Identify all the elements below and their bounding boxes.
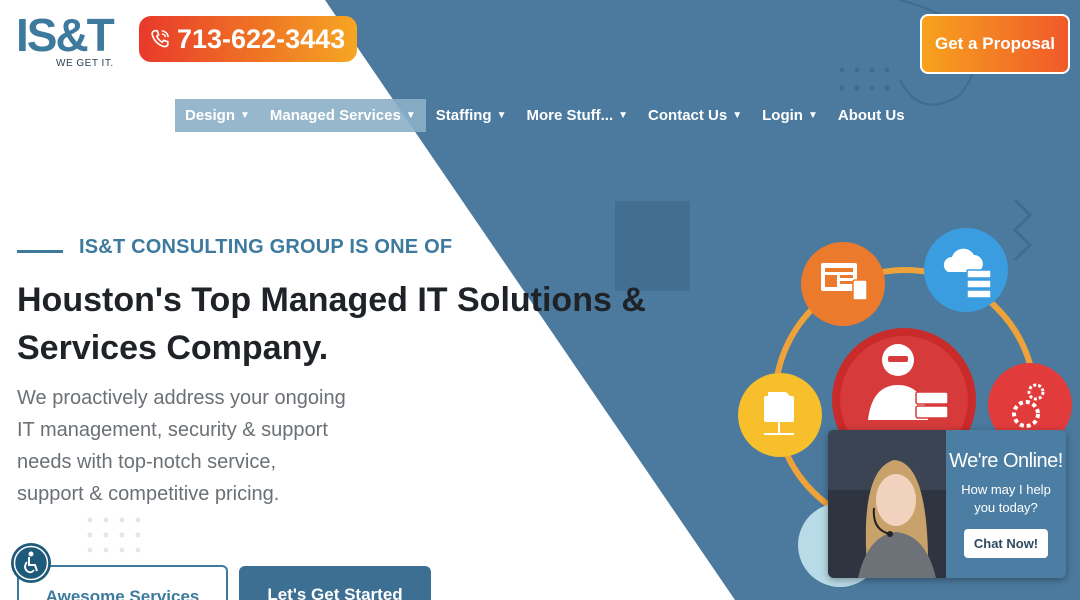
chevron-down-icon: ▼ [405,110,416,121]
phone-number: 713-622-3443 [177,23,346,54]
phone-button[interactable]: 713-622-3443 [139,16,357,62]
chat-widget[interactable]: We're Online! How may I help you today? … [828,430,1066,578]
chevron-down-icon: ▼ [732,110,743,121]
nav-item-managed-services[interactable]: Managed Services ▼ [259,99,426,132]
eyebrow-text: IS&T CONSULTING GROUP IS ONE OF [79,236,453,258]
chevron-down-icon: ▼ [618,110,629,121]
web-design-icon [801,242,885,326]
nav-item-label: Staffing [435,107,492,124]
chat-question: How may I help you today? [961,482,1051,515]
main-nav: Design ▼ Managed Services ▼ Staffing ▼ M… [175,99,915,132]
logo-text: IS&T [16,9,115,61]
logo-tagline: WE GET IT. [56,58,114,69]
get-proposal-button[interactable]: Get a Proposal [920,14,1070,74]
nav-item-contact-us[interactable]: Contact Us ▼ [638,99,752,132]
nav-item-label: More Stuff... [526,107,614,124]
chat-panel: We're Online! How may I help you today? … [946,430,1066,578]
nav-item-label: Login [762,107,803,124]
nav-item-label: About Us [837,107,905,124]
nav-item-about-us[interactable]: About Us [828,99,915,132]
nav-item-label: Design [185,107,236,124]
nav-item-more-stuff[interactable]: More Stuff... ▼ [516,99,638,132]
nav-item-staffing[interactable]: Staffing ▼ [426,99,517,132]
eyebrow-divider [17,250,63,253]
chevron-down-icon: ▼ [496,110,507,121]
phone-icon [151,29,169,48]
site-logo[interactable]: IS&T WE GET IT. [16,10,126,74]
chat-now-button[interactable]: Chat Now! [963,529,1049,558]
chevron-down-icon: ▼ [240,110,250,121]
network-folder-icon [738,373,822,457]
nav-item-login[interactable]: Login ▼ [752,99,828,132]
accessibility-icon[interactable] [10,540,52,586]
hero-eyebrow: IS&T CONSULTING GROUP IS ONE OF [17,236,452,259]
hero-body: We proactively address your ongoing IT m… [17,387,346,505]
chat-agent-photo [828,430,946,578]
get-started-button[interactable]: Let's Get Started [239,566,431,600]
nav-item-design[interactable]: Design ▼ [175,99,260,132]
nav-item-label: Contact Us [648,107,728,124]
hero-headline: Houston's Top Managed IT Solutions & Ser… [17,281,646,367]
chevron-down-icon: ▼ [807,110,818,121]
cloud-server-icon [924,228,1008,312]
nav-item-label: Managed Services [269,107,401,124]
chat-title: We're Online! [949,450,1063,472]
